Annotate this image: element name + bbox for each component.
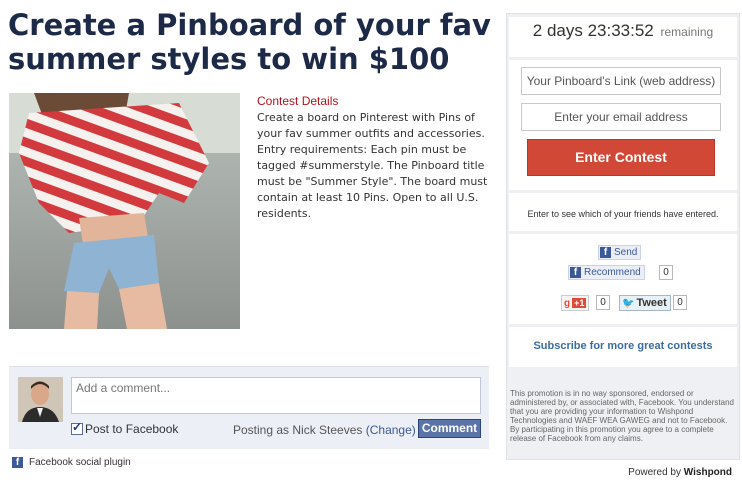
comment-button[interactable]: Comment [418, 419, 481, 438]
recommend-count: 0 [659, 265, 673, 280]
facebook-icon: f [12, 457, 23, 468]
enter-contest-button[interactable]: Enter Contest [527, 139, 715, 176]
facebook-comments-box: Add a comment... Post to Facebook Postin… [9, 366, 489, 449]
friends-note: Enter to see which of your friends have … [527, 209, 719, 219]
contest-details-body: Create a board on Pinterest with Pins of… [257, 111, 488, 220]
posting-as-text: Posting as Nick Steeves (Change) [233, 423, 416, 437]
subscribe-link[interactable]: Subscribe for more great contests [513, 340, 733, 352]
social-plugin-label: Facebook social plugin [29, 457, 131, 468]
comment-input[interactable]: Add a comment... [71, 377, 481, 414]
contest-details: Contest Details Create a board on Pinter… [257, 94, 489, 222]
countdown-label: remaining [660, 25, 714, 39]
gplus-label: +1 [572, 298, 587, 308]
contest-photo [9, 93, 240, 329]
post-to-facebook-option[interactable]: Post to Facebook [71, 420, 179, 436]
send-label: Send [614, 247, 638, 258]
posting-as-label: Posting as Nick Steeves [233, 423, 363, 437]
powered-by-brand: Wishpond [683, 467, 732, 478]
email-input[interactable]: Enter your email address [521, 103, 721, 131]
facebook-send-button[interactable]: f Send [598, 245, 642, 260]
page-title: Create a Pinboard of your fav summer sty… [8, 8, 491, 76]
facebook-icon: f [600, 247, 611, 258]
tweet-count: 0 [673, 295, 687, 310]
facebook-social-plugin[interactable]: f Facebook social plugin [12, 457, 131, 468]
google-plus-button[interactable]: g +1 [561, 295, 590, 311]
countdown-timer: 2 days 23:33:52 remaining [513, 21, 733, 41]
powered-by-prefix: Powered by [628, 467, 681, 478]
facebook-recommend-button[interactable]: f Recommend [568, 265, 645, 280]
tweet-button[interactable]: 🐦 Tweet [619, 295, 671, 311]
post-to-facebook-label: Post to Facebook [85, 422, 179, 436]
recommend-label: Recommend [584, 267, 641, 278]
google-plus-icon: g [564, 297, 571, 309]
countdown-time: 2 days 23:33:52 [532, 21, 654, 40]
twitter-bird-icon: 🐦 [622, 297, 635, 309]
powered-by[interactable]: Powered by Wishpond [510, 467, 732, 478]
avatar [18, 377, 63, 422]
contest-details-heading: Contest Details [257, 94, 339, 108]
facebook-disclaimer: This promotion is in no way sponsored, e… [510, 389, 734, 443]
pinboard-link-input[interactable]: Your Pinboard's Link (web address) [521, 67, 721, 95]
gplus-count: 0 [596, 295, 610, 310]
tweet-label: Tweet [636, 297, 667, 309]
change-user-link[interactable]: (Change) [366, 423, 416, 437]
post-to-facebook-checkbox[interactable] [71, 420, 83, 435]
facebook-icon: f [570, 267, 581, 278]
